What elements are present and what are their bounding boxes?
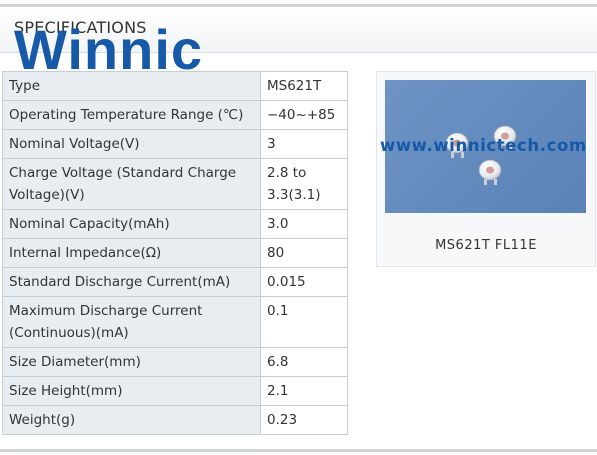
winnic-logo-watermark: Winnic — [14, 18, 204, 81]
specifications-table: Type MS621T Operating Temperature Range (… — [2, 71, 348, 435]
table-row: Operating Temperature Range (℃) −40~+85 — [2, 100, 348, 130]
bottom-divider — [0, 449, 597, 452]
spec-value: 6.8 — [260, 347, 348, 377]
table-row: Standard Discharge Current(mA) 0.015 — [2, 267, 348, 297]
spec-value: 0.1 — [260, 296, 348, 348]
spec-label: Size Height(mm) — [2, 376, 261, 406]
table-row: Weight(g) 0.23 — [2, 405, 348, 435]
spec-label: Weight(g) — [2, 405, 261, 435]
table-row: Size Height(mm) 2.1 — [2, 376, 348, 406]
table-row: Type MS621T — [2, 71, 348, 101]
spec-value: 3.0 — [260, 209, 348, 239]
spec-value: 0.23 — [260, 405, 348, 435]
battery-cell — [478, 159, 502, 185]
spec-label: Nominal Capacity(mAh) — [2, 209, 261, 239]
table-row: Charge Voltage (Standard Charge Voltage)… — [2, 158, 348, 210]
table-row: Nominal Voltage(V) 3 — [2, 129, 348, 159]
spec-label: Standard Discharge Current(mA) — [2, 267, 261, 297]
spec-value: −40~+85 — [260, 100, 348, 130]
product-image-card[interactable]: MS621T FL11E — [376, 71, 596, 267]
website-watermark: www.winnictech.com — [380, 136, 587, 155]
spec-value: 2.1 — [260, 376, 348, 406]
table-row: Internal Impedance(Ω) 80 — [2, 238, 348, 268]
spec-value: 3 — [260, 129, 348, 159]
spec-value: MS621T — [260, 71, 348, 101]
spec-label: Size Diameter(mm) — [2, 347, 261, 377]
spec-label: Operating Temperature Range (℃) — [2, 100, 261, 130]
spec-value: 0.015 — [260, 267, 348, 297]
table-row: Nominal Capacity(mAh) 3.0 — [2, 209, 348, 239]
table-row: Size Diameter(mm) 6.8 — [2, 347, 348, 377]
spec-value: 80 — [260, 238, 348, 268]
product-caption: MS621T FL11E — [435, 238, 537, 253]
spec-label: Maximum Discharge Current (Continuous)(m… — [2, 296, 261, 348]
spec-label: Internal Impedance(Ω) — [2, 238, 261, 268]
spec-label: Nominal Voltage(V) — [2, 129, 261, 159]
spec-label: Type — [2, 71, 261, 101]
spec-label: Charge Voltage (Standard Charge Voltage)… — [2, 158, 261, 210]
spec-value: 2.8 to 3.3(3.1) — [260, 158, 348, 210]
table-row: Maximum Discharge Current (Continuous)(m… — [2, 296, 348, 348]
